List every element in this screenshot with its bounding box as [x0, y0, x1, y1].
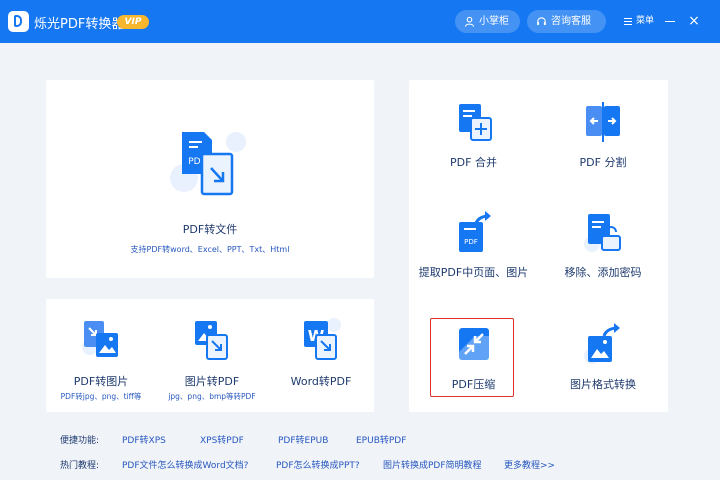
merge-pdf-label: PDF 合并 — [450, 156, 497, 169]
user-icon — [464, 16, 475, 27]
image-to-pdf-icon — [195, 321, 228, 360]
shortcut-link[interactable]: PDF转XPS — [122, 433, 166, 446]
vip-badge[interactable]: VIP — [117, 15, 149, 29]
word-to-pdf-label: Word转PDF — [290, 375, 352, 388]
pdf-to-file-card[interactable]: PDF PDF转文件 支持PDF转word、Excel、PPT、Txt、Html — [46, 80, 374, 278]
word-to-pdf-tool[interactable]: W Word转PDF — [268, 299, 374, 412]
pdf-to-file-subtitle: 支持PDF转word、Excel、PPT、Txt、Html — [130, 245, 290, 254]
app-logo-icon — [8, 11, 29, 32]
extract-pdf-icon: PDF — [459, 211, 491, 252]
shortcut-link[interactable]: EPUB转PDF — [356, 433, 406, 446]
split-pdf-tool[interactable]: PDF 分割 — [538, 80, 668, 190]
user-name: 小掌柜 — [479, 16, 509, 27]
split-pdf-label: PDF 分割 — [579, 156, 627, 169]
conversion-tools-panel: PDF转图片 PDF转jpg、png、tiff等 图片转PDF jpg、png、… — [46, 299, 374, 412]
extract-pdf-label: 提取PDF中页面、图片 — [418, 266, 529, 279]
pdf-to-image-icon — [82, 321, 118, 357]
merge-pdf-tool[interactable]: PDF 合并 — [409, 80, 538, 190]
title-bar: 烁光PDF转换器 VIP 小掌柜 咨询客服 菜单 × — [0, 0, 720, 43]
hamburger-icon — [624, 18, 632, 25]
pdf-to-file-label: PDF转文件 — [182, 223, 238, 236]
image-format-convert-label: 图片格式转换 — [570, 378, 636, 391]
tutorial-heading: 热门教程: — [60, 461, 100, 471]
password-tool[interactable]: 移除、添加密码 — [538, 190, 668, 300]
customer-support-button[interactable]: 咨询客服 — [527, 10, 606, 33]
merge-pdf-icon — [459, 104, 492, 141]
extract-pdf-tool[interactable]: PDF 提取PDF中页面、图片 — [409, 190, 538, 300]
split-pdf-icon — [586, 102, 620, 142]
tutorial-link[interactable]: PDF文件怎么转换成Word文档? — [122, 458, 248, 471]
headset-icon — [537, 17, 546, 26]
password-label: 移除、添加密码 — [564, 266, 642, 279]
tutorial-link[interactable]: 图片转换成PDF简明教程 — [383, 458, 482, 471]
image-format-convert-icon — [584, 323, 620, 364]
pdf-to-image-label: PDF转图片 — [73, 375, 129, 388]
app-title: 烁光PDF转换器 — [34, 17, 125, 32]
minimize-button[interactable] — [664, 14, 676, 28]
pdf-to-file-icon: PDF — [170, 132, 246, 196]
shortcut-heading: 便捷功能: — [60, 436, 100, 446]
support-label: 咨询客服 — [551, 16, 591, 27]
image-to-pdf-label: 图片转PDF — [184, 375, 240, 388]
shortcut-link[interactable]: PDF转EPUB — [278, 433, 328, 446]
tutorial-link[interactable]: PDF怎么转换成PPT? — [276, 458, 360, 471]
more-tutorials-link[interactable]: 更多教程>> — [504, 458, 555, 471]
image-to-pdf-tool[interactable]: 图片转PDF jpg、png、bmp等转PDF — [156, 299, 268, 412]
pdf-to-image-tool[interactable]: PDF转图片 PDF转jpg、png、tiff等 — [46, 299, 156, 412]
close-button[interactable]: × — [688, 14, 700, 28]
selected-tool-highlight — [430, 318, 514, 397]
user-account-button[interactable]: 小掌柜 — [455, 10, 520, 33]
password-lock-icon — [584, 214, 621, 252]
menu-label: 菜单 — [636, 16, 655, 26]
word-to-pdf-icon: W — [304, 318, 341, 360]
image-format-convert-tool[interactable]: 图片格式转换 — [538, 300, 668, 412]
shortcut-link[interactable]: XPS转PDF — [200, 433, 244, 446]
extract-icon-text: PDF — [464, 238, 478, 246]
image-to-pdf-subtitle: jpg、png、bmp等转PDF — [168, 392, 256, 401]
pdf-to-image-subtitle: PDF转jpg、png、tiff等 — [60, 392, 142, 401]
